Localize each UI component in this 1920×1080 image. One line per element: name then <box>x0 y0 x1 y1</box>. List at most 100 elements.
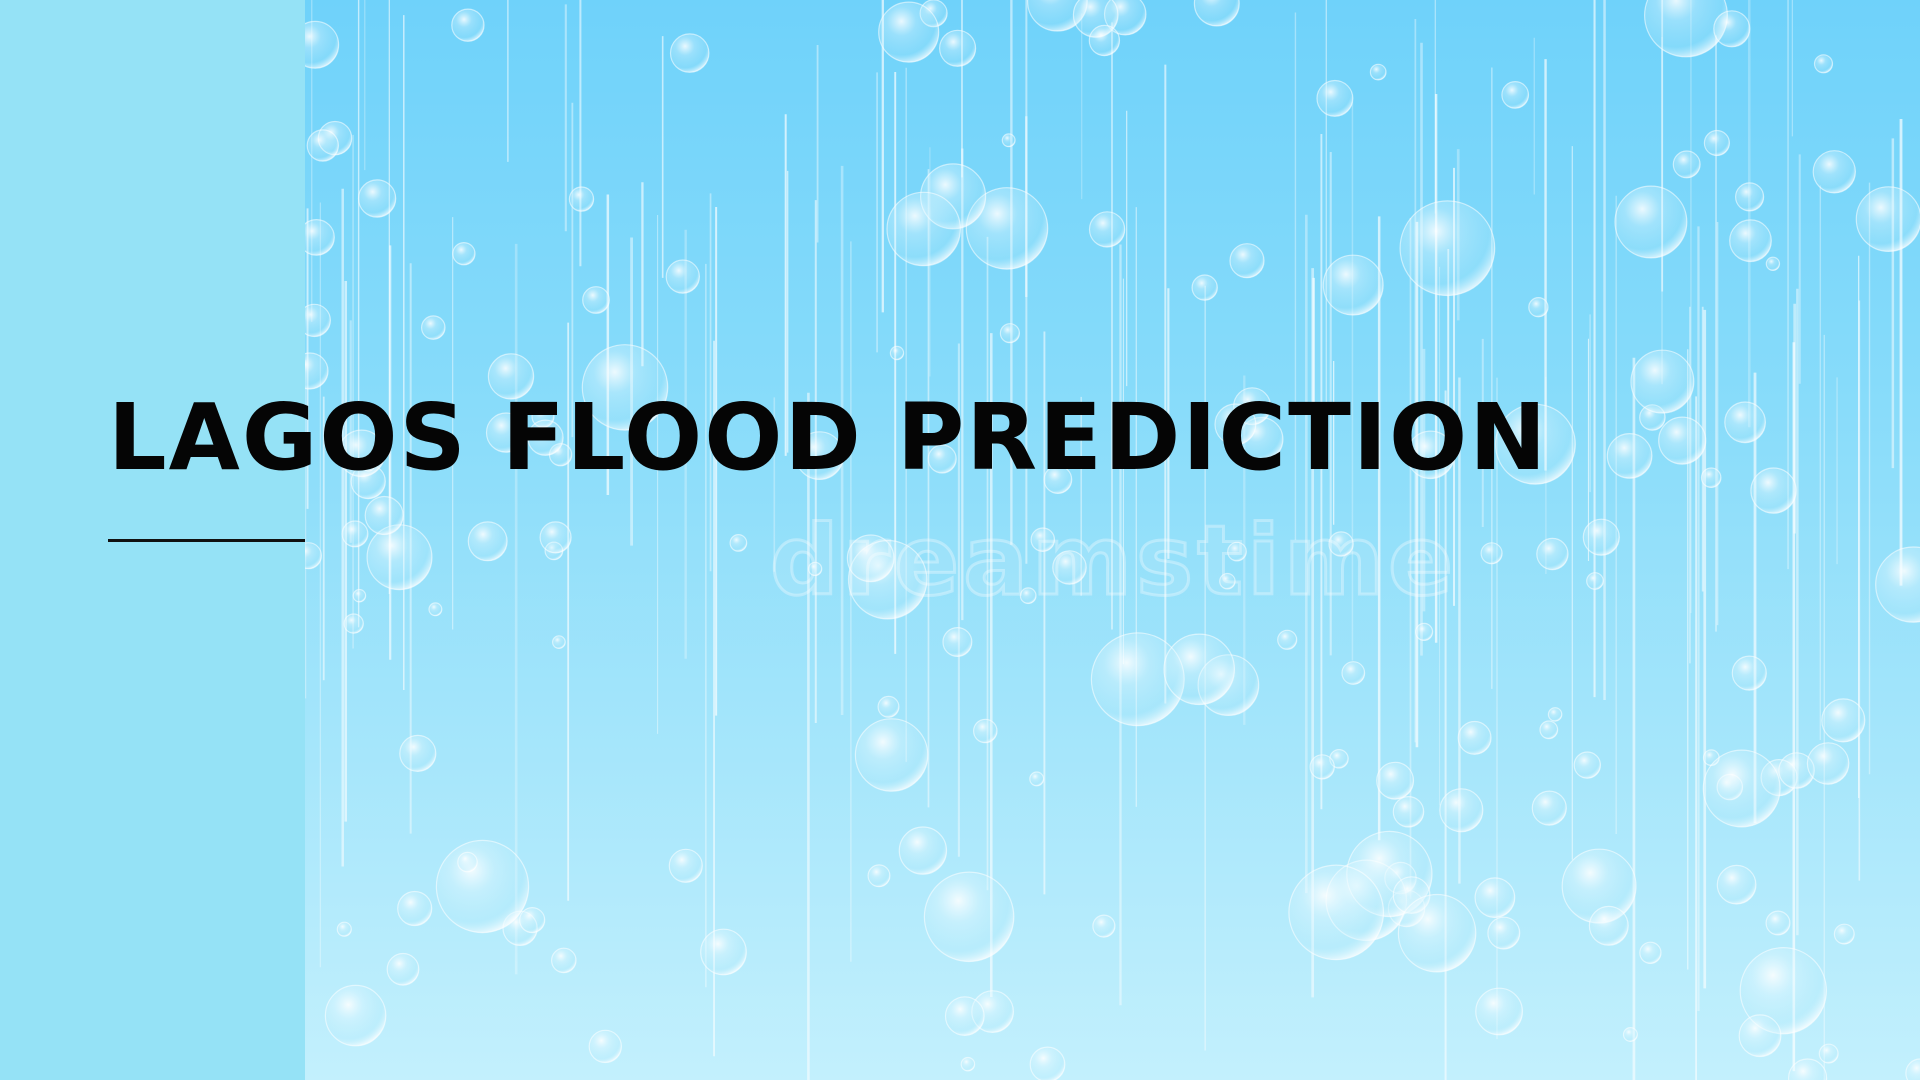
rain-bubbles-background-image: dreamstime <box>305 0 1920 1080</box>
water-bubble <box>1700 467 1722 488</box>
water-bubble <box>1457 720 1492 755</box>
water-bubble <box>1399 200 1496 297</box>
water-bubble <box>1439 788 1484 833</box>
water-bubble <box>1588 905 1629 946</box>
water-bubble <box>1734 182 1765 212</box>
water-bubble <box>999 323 1021 344</box>
water-bubble <box>889 345 905 361</box>
water-bubble <box>1855 186 1920 252</box>
water-bubble <box>1806 742 1850 785</box>
water-bubble <box>1729 219 1772 263</box>
water-bubble <box>878 1 940 63</box>
water-bubble <box>1414 622 1434 642</box>
water-bubble <box>1229 243 1265 279</box>
water-bubble <box>352 588 367 603</box>
water-bubble <box>1376 761 1415 800</box>
water-bubble <box>1316 79 1354 117</box>
water-bubble <box>1088 211 1126 248</box>
water-bubble <box>519 906 546 934</box>
water-bubble <box>343 613 364 634</box>
water-bubble <box>1630 349 1695 414</box>
water-bubble <box>305 303 331 338</box>
water-bubble <box>568 186 595 212</box>
water-bubble <box>588 1029 622 1064</box>
water-bubble <box>1019 587 1037 605</box>
water-bubble <box>942 626 973 657</box>
water-bubble <box>306 129 339 162</box>
water-bubble <box>898 826 948 875</box>
water-bubble <box>341 520 369 548</box>
water-bubble <box>1191 274 1218 301</box>
water-bubble <box>1030 527 1056 552</box>
water-bubble <box>305 219 335 256</box>
water-bubble <box>944 996 985 1036</box>
water-bubble <box>366 524 433 591</box>
water-bubble <box>729 534 748 552</box>
water-bubble <box>1369 63 1387 81</box>
water-bubble <box>1001 133 1016 148</box>
water-bubble <box>846 534 895 583</box>
water-bubble <box>1713 10 1751 48</box>
water-bubble <box>1277 629 1298 650</box>
water-bubble <box>807 561 823 577</box>
water-bubble <box>1765 256 1781 271</box>
water-bubble <box>877 695 900 718</box>
water-bubble <box>435 839 530 934</box>
water-bubble <box>1052 550 1087 585</box>
water-bubble <box>1582 518 1620 556</box>
water-bubble <box>1765 910 1791 936</box>
water-bubble <box>886 191 962 267</box>
water-bubble <box>305 20 340 69</box>
water-bubble <box>1536 537 1569 571</box>
water-bubble <box>452 241 476 266</box>
water-bubble <box>1487 916 1521 950</box>
water-bubble <box>550 947 577 974</box>
rain-bubbles-artwork <box>305 0 1920 1080</box>
water-bubble <box>1392 795 1425 828</box>
water-bubble <box>1731 655 1767 691</box>
water-bubble <box>938 29 977 67</box>
water-bubble <box>1658 416 1707 465</box>
water-bubble <box>1288 864 1385 961</box>
water-bubble <box>960 1056 976 1072</box>
water-bubble <box>668 848 703 883</box>
water-bubble <box>1539 720 1559 740</box>
water-bubble <box>1606 433 1653 479</box>
water-bubble <box>854 718 929 792</box>
water-bubble <box>1328 531 1354 557</box>
water-bubble <box>972 718 998 744</box>
water-bubble <box>1573 751 1602 779</box>
water-bubble <box>1750 467 1797 514</box>
water-bubble <box>457 851 478 873</box>
water-bubble <box>1193 0 1240 27</box>
water-bubble <box>1474 877 1516 919</box>
water-bubble <box>1672 150 1701 179</box>
water-bubble <box>1586 572 1604 590</box>
water-bubble <box>428 602 443 617</box>
water-bubble <box>421 315 446 340</box>
water-bubble <box>1501 80 1530 109</box>
water-bubble <box>1528 297 1549 318</box>
water-bubble <box>1622 1026 1638 1042</box>
water-bubble <box>669 33 710 73</box>
water-bubble <box>539 521 572 554</box>
water-bubble <box>324 984 387 1047</box>
water-bubble <box>364 495 404 536</box>
water-bubble <box>923 871 1015 963</box>
water-bubble <box>1322 254 1384 316</box>
water-bubble <box>1875 546 1920 623</box>
water-bubble <box>305 542 322 570</box>
water-bubble <box>1227 541 1247 562</box>
water-bubble <box>1547 707 1563 722</box>
water-bubble <box>1309 754 1335 780</box>
water-bubble <box>551 635 566 649</box>
water-bubble <box>1821 698 1866 743</box>
water-bubble <box>1092 914 1116 938</box>
water-bubble <box>399 734 437 773</box>
title-underline-divider <box>108 539 305 542</box>
water-bubble <box>336 921 352 937</box>
water-bubble <box>1905 1058 1920 1080</box>
water-bubble <box>1813 54 1834 74</box>
water-bubble <box>1833 923 1855 945</box>
water-bubble <box>1531 790 1567 826</box>
